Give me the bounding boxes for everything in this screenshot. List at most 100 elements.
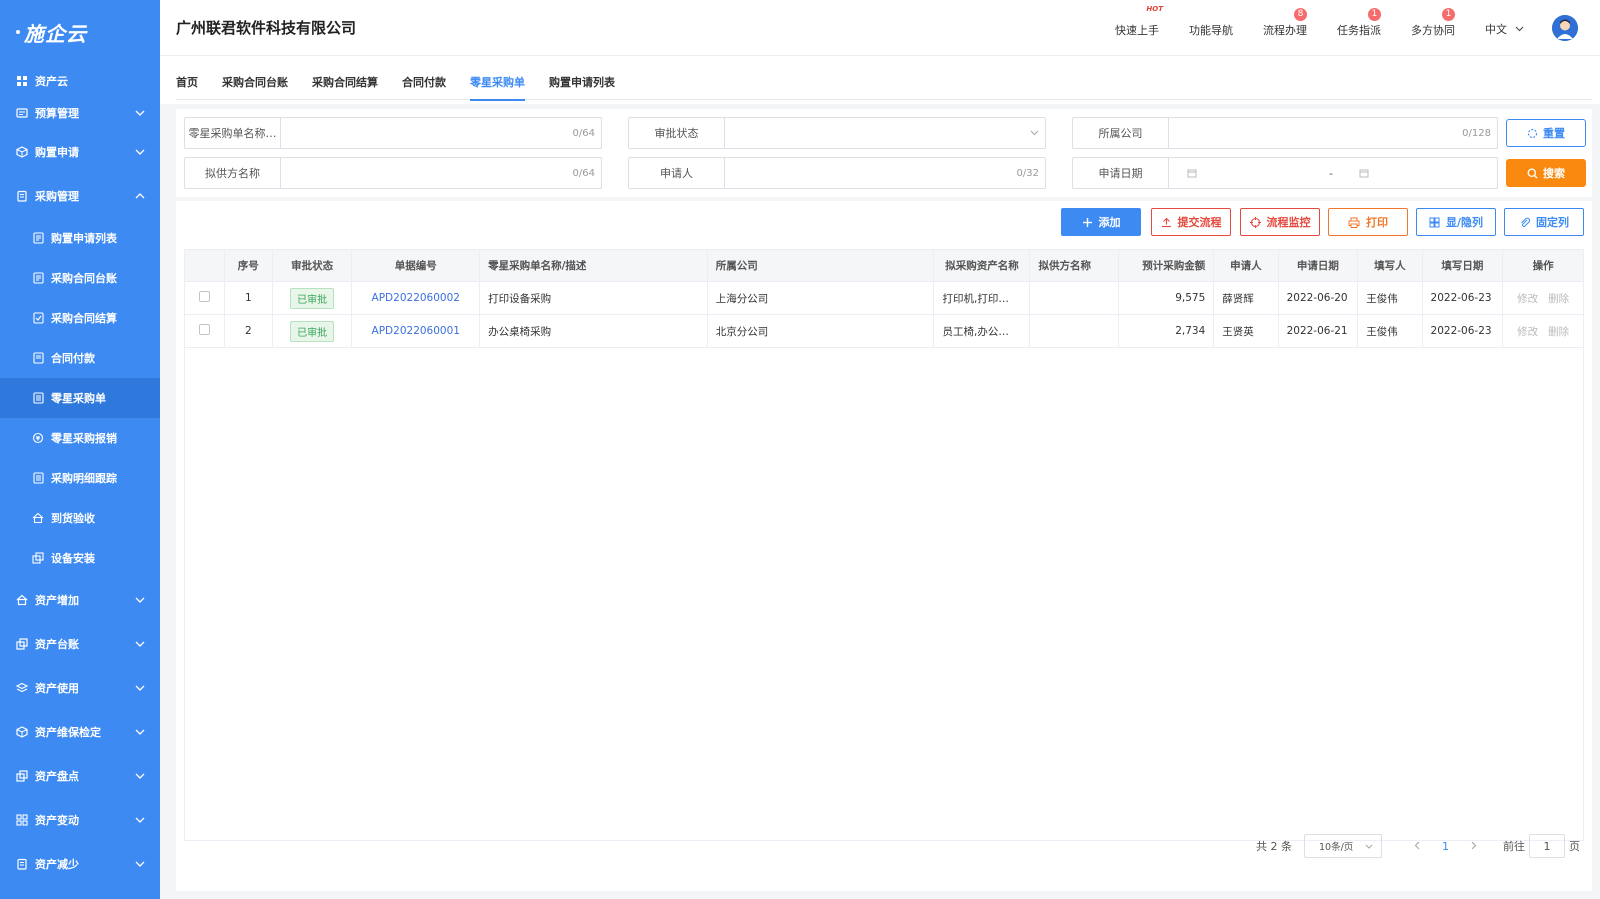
coin-icon: ¥ [32,432,44,444]
sidebar-subitem-contract-settlement[interactable]: 采购合同结算 [0,298,160,338]
document-code-link[interactable]: APD2022060001 [372,325,460,337]
language-selector[interactable]: 中文 [1485,21,1524,37]
filter-status-select[interactable]: 审批状态 [628,117,1046,149]
submit-flow-button[interactable]: 提交流程 [1151,208,1231,236]
sidebar-subitem-sporadic-purchase[interactable]: 零星采购单 [0,378,160,418]
tab-purchase-request-list[interactable]: 购置申请列表 [549,62,615,100]
sidebar-subitem-purchase-request-list[interactable]: 购置申请列表 [0,218,160,258]
header-workflow[interactable]: 8 流程办理 [1263,7,1307,38]
sidebar-item-label: 采购管理 [35,190,79,203]
sidebar-item-budget[interactable]: 预算管理 [0,96,160,130]
pin-columns-button[interactable]: 固定列 [1504,208,1584,236]
avatar[interactable] [1552,14,1578,41]
column-header: 审批状态 [271,249,353,282]
user-avatar-icon [1552,14,1578,41]
chevron-down-icon [134,638,146,650]
column-header: 填写日期 [1421,249,1504,282]
flow-monitor-button[interactable]: 流程监控 [1240,208,1320,236]
pagination: 共 2 条 10条/页 1 前往 1 页 [176,831,1592,861]
sidebar-subitem-detail-tracking[interactable]: 采购明细跟踪 [0,458,160,498]
sidebar-subitem-equipment-install[interactable]: 设备安装 [0,538,160,578]
sidebar: 施企云 资产云 预算管理 购置申请 采购管理 购置申请列表 采购合同台账 采购合… [0,0,160,899]
sidebar-item-asset-add[interactable]: 资产增加 [0,578,160,622]
filter-supplier-field[interactable]: 拟供方名称 0/64 [184,157,602,189]
next-page-button[interactable] [1471,839,1477,853]
chevron-down-icon [134,726,146,738]
row-checkbox[interactable] [198,291,210,302]
sidebar-item-asset-maintenance[interactable]: 资产维保检定 [0,710,160,754]
filter-date-range[interactable]: 申请日期 - [1072,157,1498,189]
chevron-down-icon [1515,26,1524,31]
filter-label: 所属公司 [1073,118,1169,148]
tab-sporadic-purchase[interactable]: 零星采购单 [470,62,525,101]
search-button[interactable]: 搜索 [1506,159,1586,187]
header-task-assign[interactable]: 1 任务指派 [1337,7,1381,38]
header-collaboration[interactable]: 1 多方协同 [1411,7,1455,38]
sidebar-item-procurement[interactable]: 采购管理 [0,174,160,218]
edit-link[interactable]: 修改 [1517,293,1538,305]
header-item-label: 流程办理 [1263,23,1307,37]
logo[interactable]: 施企云 [0,0,160,64]
char-count: 0/64 [572,167,595,179]
tab-home[interactable]: 首页 [176,62,198,100]
sidebar-subitem-contract-payment[interactable]: 合同付款 [0,338,160,378]
filter-applicant-field[interactable]: 申请人 0/32 [628,157,1046,189]
status-badge: 已审批 [290,320,335,342]
column-header: 填写人 [1357,249,1423,282]
print-button[interactable]: 打印 [1328,208,1408,236]
column-header: 预计采购金额 [1118,249,1215,282]
header-quick-start[interactable]: HOT 快速上手 [1115,5,1163,38]
table-row[interactable]: 2 已审批 APD2022060001 办公桌椅采购 北京分公司 员工椅,办公…… [184,314,1584,348]
row-checkbox-cell[interactable] [184,314,225,348]
row-checkbox[interactable] [198,324,210,335]
tab-contract-settlement[interactable]: 采购合同结算 [312,62,378,100]
cell-write-date: 2022-06-23 [1421,314,1504,348]
tab-contract-payment[interactable]: 合同付款 [402,62,446,100]
filter-company-field[interactable]: 所属公司 0/128 [1072,117,1498,149]
filter-name-field[interactable]: 零星采购单名称… 0/64 [184,117,602,149]
sidebar-item-asset-cloud[interactable]: 资产云 [0,66,160,96]
document-code-link[interactable]: APD2022060002 [372,292,460,304]
tab-contract-ledger[interactable]: 采购合同台账 [222,62,288,100]
sidebar-item-purchase-request[interactable]: 购置申请 [0,130,160,174]
sidebar-item-asset-usage[interactable]: 资产使用 [0,666,160,710]
goto-page-input[interactable]: 1 [1529,834,1565,858]
status-badge: 已审批 [290,287,335,309]
delete-link[interactable]: 删除 [1548,326,1569,338]
edit-link[interactable]: 修改 [1517,326,1538,338]
page-size-select[interactable]: 10条/页 [1304,834,1382,858]
current-page[interactable]: 1 [1442,840,1449,853]
notification-badge: 1 [1442,7,1455,21]
sidebar-item-asset-change[interactable]: 资产变动 [0,798,160,842]
prev-page-button[interactable] [1414,839,1420,853]
sidebar-subitem-sporadic-reimburse[interactable]: ¥ 零星采购报销 [0,418,160,458]
sidebar-item-asset-reduce[interactable]: 资产减少 [0,842,160,886]
calendar-icon [1187,169,1197,178]
row-checkbox-cell[interactable] [184,281,225,315]
reset-button[interactable]: 重置 [1506,119,1586,147]
chevron-left-icon [1414,841,1420,850]
sidebar-item-label: 资产变动 [35,814,79,827]
table-row[interactable]: 1 已审批 APD2022060002 打印设备采购 上海分公司 打印机,打印…… [184,281,1584,315]
add-button[interactable]: 添加 [1061,208,1141,236]
sidebar-item-asset-ledger[interactable]: 资产台账 [0,622,160,666]
notification-badge: 1 [1368,7,1381,21]
budget-icon [16,107,28,119]
chevron-down-icon [134,107,146,119]
sidebar-subitem-contract-ledger[interactable]: 采购合同台账 [0,258,160,298]
sidebar-subitem-arrival-acceptance[interactable]: 到货验收 [0,498,160,538]
toggle-columns-button[interactable]: 显/隐列 [1416,208,1496,236]
sidebar-item-label: 资产减少 [35,858,79,871]
header-item-label: 功能导航 [1189,23,1233,37]
delete-link[interactable]: 删除 [1548,293,1569,305]
header-feature-nav[interactable]: 功能导航 [1189,22,1233,38]
sidebar-item-asset-inventory[interactable]: 资产盘点 [0,754,160,798]
cell-actions: 修改 删除 [1502,314,1584,348]
filter-label: 零星采购单名称… [185,118,281,148]
cell-no: 1 [223,281,273,315]
list-doc-icon [32,472,44,484]
grid-icon [16,75,28,87]
cell-applicant: 王贤英 [1213,314,1279,348]
date-range-inputs[interactable]: - [1169,158,1497,188]
list-doc-icon [32,352,44,364]
